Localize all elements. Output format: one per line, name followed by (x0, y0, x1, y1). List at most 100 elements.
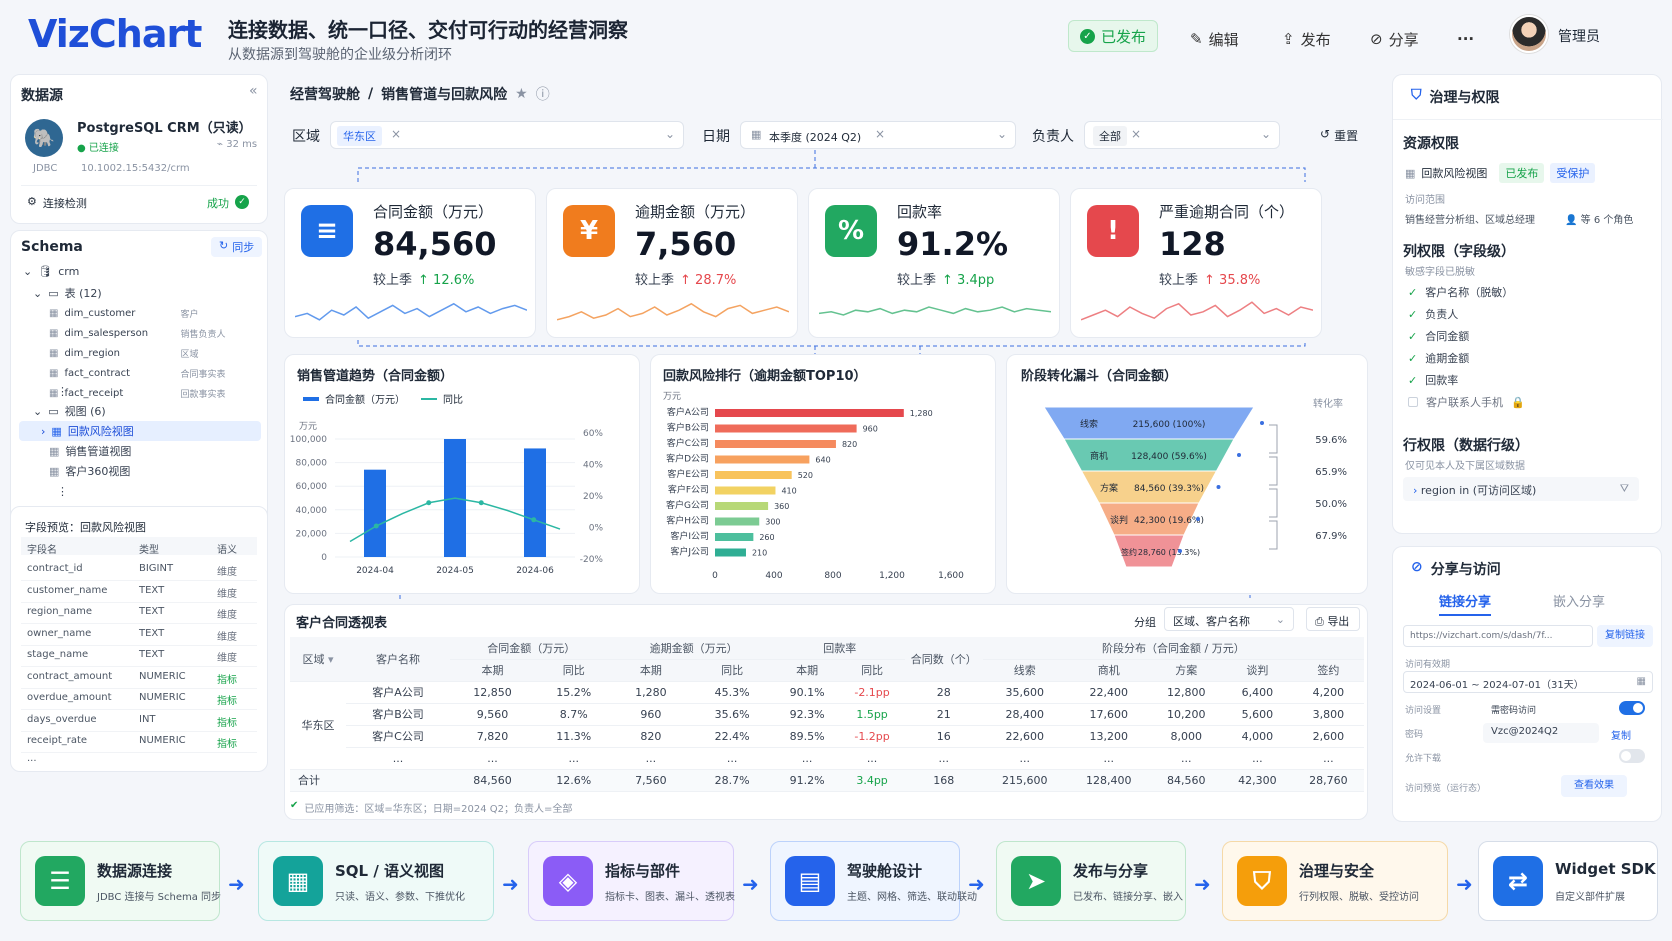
column-perm-item[interactable]: ✓ 负责人 (1408, 306, 1458, 322)
tree-table-item[interactable]: ▦ dim_salesperson 销售负责人 (49, 323, 259, 343)
more-button[interactable]: ··· (1457, 24, 1474, 54)
reset-button[interactable]: ↺ 重置 (1320, 127, 1358, 144)
valid-range-input[interactable]: 2024-06-01 ~ 2024-07-01（31天） ▦ (1403, 671, 1653, 693)
rank-bar[interactable] (715, 471, 792, 479)
tree-views-group[interactable]: ⌄ ▭ 视图 (6) (33, 401, 106, 421)
rank-category-label: 客户G公司 (666, 499, 709, 511)
field-type: TEXT (139, 584, 165, 596)
table-row[interactable]: 华东区 客户A公司 12,850 15.2% 1,280 45.3% 90.1% -2.1pp… (290, 681, 1364, 770)
share-button[interactable]: ⊘ 分享 (1370, 24, 1419, 54)
rank-bar[interactable] (715, 517, 760, 526)
download-toggle[interactable] (1619, 749, 1645, 763)
trend-line-point[interactable] (426, 500, 432, 506)
info-icon[interactable]: ⓘ (536, 84, 550, 104)
kpi-card[interactable]: ! 严重逾期合同（个） 128 较上季 ↑ 35.8% (1070, 188, 1322, 338)
user-avatar[interactable] (1510, 15, 1548, 53)
rank-bar[interactable] (715, 533, 754, 541)
rank-bar[interactable] (715, 424, 857, 433)
conversion-bracket (1269, 488, 1278, 518)
tab-embed-share[interactable]: 嵌入分享 (1553, 591, 1605, 610)
pipeline-step[interactable]: ⛉ 治理与安全 行列权限、脱敏、受控访问 (1222, 841, 1448, 921)
rank-bar[interactable] (715, 486, 776, 495)
breadcrumb-root[interactable]: 经营驾驶舱 (290, 84, 360, 104)
table-row[interactable]: ....................................... (290, 747, 1364, 770)
edit-button[interactable]: ✎ 编辑 (1190, 24, 1239, 54)
star-icon[interactable]: ★ (515, 86, 528, 102)
rank-bar[interactable] (715, 502, 769, 510)
folder-icon: ▭ (48, 404, 59, 418)
kpi-card[interactable]: % 回款率 91.2% 较上季 ↑ 3.4pp (808, 188, 1060, 338)
remove-tag-icon[interactable]: × (1131, 127, 1141, 141)
tree-view-item[interactable]: ▦ 客户360视图 (49, 461, 130, 481)
connection-check-button[interactable]: ⚙ 连接检测 (27, 195, 87, 211)
rank-bar[interactable] (715, 548, 746, 557)
kpi-card[interactable]: ¥ 逾期金额（万元） 7,560 较上季 ↑ 28.7% (546, 188, 798, 338)
remove-tag-icon[interactable]: × (391, 127, 401, 141)
field-type: NUMERIC (139, 670, 186, 682)
pivot-h-sub: 本期 (774, 659, 840, 682)
date-filter-select[interactable]: ▦ 本季度 (2024 Q2) × ⌄ (740, 121, 1016, 149)
field-semantic: 维度 (217, 567, 237, 578)
filter-icon[interactable]: ⛛ (1620, 482, 1629, 496)
tree-tables-group[interactable]: ⌄ ▭ 表 (12) (33, 283, 102, 303)
sync-button[interactable]: ↻ 同步 (211, 237, 263, 257)
remove-tag-icon[interactable]: × (875, 127, 885, 141)
table-row[interactable]: 客户C公司 7,820 11.3% 820 22.4% 89.5% -1.2pp 16 22,6… (290, 725, 1364, 748)
tree-table-item[interactable]: ▦ fact_receipt 回款事实表 (49, 383, 259, 403)
field-semantic: 维度 (217, 588, 237, 600)
copy-link-button[interactable]: 复制链接 (1597, 625, 1653, 647)
preview-button[interactable]: 查看效果 (1561, 775, 1627, 797)
tree-table-item[interactable]: ▦ fact_contract 合同事实表 (49, 363, 259, 383)
copy-password-button[interactable]: 复制 (1611, 727, 1631, 742)
tree-db-crm[interactable]: ⌄ 🛢 crm (23, 261, 79, 281)
owner-filter-select[interactable]: 全部 × ⌄ (1084, 121, 1280, 149)
pivot-group-select[interactable]: 区域、客户名称 ⌄ (1164, 607, 1294, 631)
publish-button[interactable]: ⇪ 发布 (1282, 24, 1331, 54)
export-button[interactable]: ⎙ 导出 (1306, 607, 1360, 631)
column-perm-item[interactable]: ✓ 客户名称（脱敏） (1408, 284, 1513, 300)
collapse-icon[interactable]: « (249, 83, 258, 99)
field-type: BIGINT (139, 563, 174, 574)
tree-table-item[interactable]: ▦ dim_customer 客户 (49, 303, 259, 323)
trend-bar[interactable] (364, 469, 386, 557)
row-divider (21, 687, 257, 689)
pipeline-step[interactable]: ◈ 指标与部件 指标卡、图表、漏斗、透视表 (528, 841, 735, 921)
kpi-card[interactable]: ≡ 合同金额（万元） 84,560 较上季 ↑ 12.6% (284, 188, 536, 338)
trend-line-point[interactable] (478, 500, 484, 506)
pipeline-step[interactable]: ⇄ Widget SDK 自定义部件扩展 (1478, 841, 1658, 921)
trend-line-point[interactable] (531, 517, 537, 523)
applied-filters: ✔ 已应用筛选：区域=华东区；日期=2024 Q2；负责人=全部 (290, 800, 573, 815)
rank-bar[interactable] (715, 440, 836, 448)
funnel-connector-dot (1260, 421, 1264, 425)
pipeline-step[interactable]: ▤ 驾驶舱设计 主题、网格、筛选、联动联动 (770, 841, 977, 921)
pivot-h-region[interactable]: 区域 ▾ (290, 637, 346, 682)
scope-more[interactable]: 👤 等 6 个角色 (1565, 211, 1633, 226)
field-col-name: 字段名 (27, 545, 57, 556)
pipeline-step-sub: 只读、语义、参数、下推优化 (335, 892, 465, 903)
tree-view-item[interactable]: ▦ 销售管道视图 (49, 441, 131, 461)
pipeline-step[interactable]: ☰ 数据源连接 JDBC 连接与 Schema 同步 (20, 841, 221, 921)
column-perm-item[interactable]: 客户联系人手机 🔒 (1408, 394, 1525, 410)
pivot-total-cell: 128,400 (1066, 769, 1151, 792)
rank-bar[interactable] (715, 455, 810, 464)
tree-table-item[interactable]: ▦ dim_region 区域 (49, 343, 259, 363)
chevron-down-icon: ⌄ (664, 127, 675, 141)
column-perm-item[interactable]: ✓ 逾期金额 (1408, 350, 1469, 366)
pipeline-step[interactable]: ➤ 发布与分享 已发布、链接分享、嵌入 (996, 841, 1186, 921)
trend-bar[interactable] (524, 448, 546, 557)
share-url-input[interactable]: https://vizchart.com/s/dash/7f... (1403, 625, 1593, 647)
tab-link-share[interactable]: 链接分享 (1439, 591, 1492, 616)
column-perm-item[interactable]: ✓ 合同金额 (1408, 328, 1469, 344)
y-unit-label: 万元 (299, 422, 317, 432)
tree-view-item[interactable]: › ▦ 回款风险视图 (41, 421, 134, 441)
trend-line-point[interactable] (373, 523, 379, 529)
pipeline-step[interactable]: ▦ SQL / 语义视图 只读、语义、参数、下推优化 (258, 841, 494, 921)
row-rule-select[interactable]: › region in (可访问区域) ⛛ (1403, 477, 1639, 501)
table-row[interactable]: 客户B公司 9,560 8.7% 960 35.6% 92.3% 1.5pp 21 28,400… (290, 703, 1364, 726)
rank-bar[interactable] (715, 409, 904, 417)
column-perm-item[interactable]: ✓ 回款率 (1408, 372, 1458, 388)
datasource-name: PostgreSQL CRM（只读） (77, 121, 252, 136)
region-filter-select[interactable]: 华东区 × ⌄ (330, 121, 684, 149)
password-toggle[interactable] (1619, 701, 1645, 715)
password-input[interactable]: Vzc@2024Q2 (1483, 723, 1599, 743)
